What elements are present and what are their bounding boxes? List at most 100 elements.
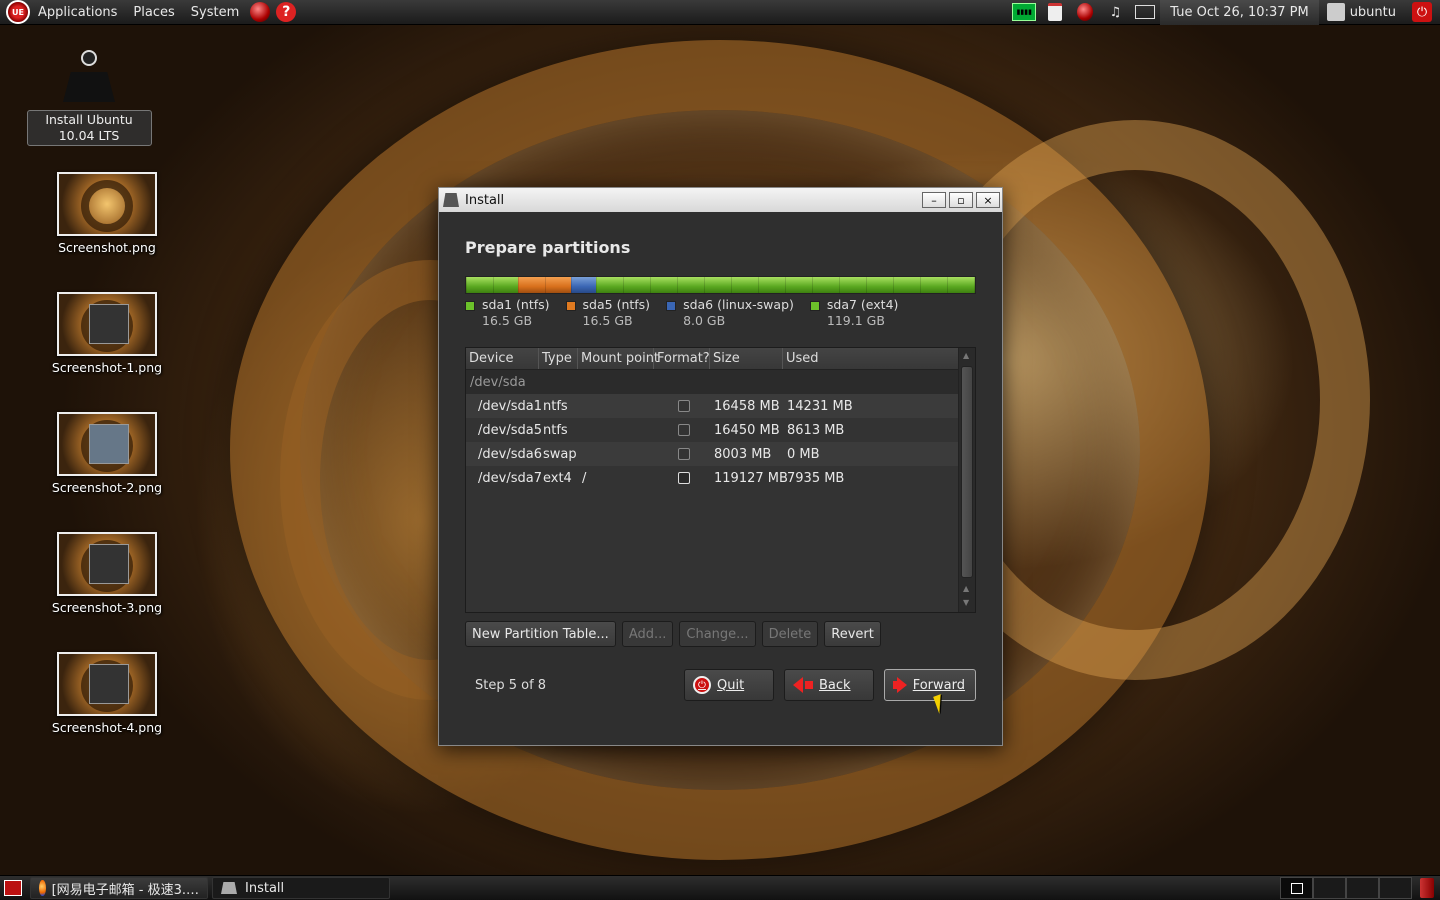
help-icon[interactable]: ? [276, 2, 297, 22]
workspace-1[interactable] [1280, 877, 1313, 899]
format-checkbox[interactable] [654, 472, 710, 484]
column-header-type[interactable]: Type [539, 348, 578, 369]
table-scrollbar[interactable]: ▲ ▲ ▼ [958, 348, 975, 612]
column-header-format[interactable]: Format? [654, 348, 710, 369]
network-icon[interactable] [1074, 2, 1096, 22]
partition-legend: sda1 (ntfs) 16.5 GB sda5 (ntfs) 16.5 GB sda6… [465, 297, 976, 329]
disk-group-row[interactable]: /dev/sda [466, 370, 959, 394]
format-checkbox[interactable] [654, 424, 710, 436]
taskbar-item-firefox[interactable]: [网易电子邮箱 - 极速3.… [30, 877, 208, 899]
desktop-icon-screenshot[interactable]: Screenshot.png [42, 172, 172, 255]
window-title: Install [465, 192, 505, 208]
scroll-down-icon[interactable]: ▼ [963, 598, 969, 607]
table-row[interactable]: /dev/sda6 swap 8003 MB 0 MB [466, 442, 959, 466]
cell-device: /dev/sda1 [478, 398, 542, 414]
column-header-size[interactable]: Size [710, 348, 783, 369]
cell-type: ntfs [543, 422, 568, 438]
desktop-icon-screenshot-1[interactable]: Screenshot-1.png [42, 292, 172, 375]
image-thumbnail-icon [57, 652, 157, 716]
forward-arrow-icon [896, 677, 907, 693]
workspace-3[interactable] [1346, 877, 1379, 899]
legend-item: sda6 (linux-swap) 8.0 GB [666, 297, 794, 329]
partition-segment [596, 277, 975, 293]
system-monitor-icon[interactable]: ▮▮▮▮ [1012, 3, 1037, 21]
legend-item: sda1 (ntfs) 16.5 GB [465, 297, 550, 329]
scrollbar-thumb[interactable] [961, 366, 973, 578]
checkbox-icon[interactable] [678, 424, 690, 436]
back-button[interactable]: Back [784, 669, 874, 701]
checkbox-icon[interactable] [678, 448, 690, 460]
desktop-icon-label: Screenshot-1.png [51, 360, 163, 375]
legend-size: 16.5 GB [482, 313, 533, 328]
desktop-icon-screenshot-2[interactable]: Screenshot-2.png [42, 412, 172, 495]
table-row[interactable]: /dev/sda1 ntfs 16458 MB 14231 MB [466, 394, 959, 418]
table-row[interactable]: /dev/sda5 ntfs 16450 MB 8613 MB [466, 418, 959, 442]
launcher-red-ball-icon[interactable] [250, 2, 271, 22]
table-row[interactable]: /dev/sda7 ext4 / 119127 MB 7935 MB [466, 466, 959, 490]
column-header-used[interactable]: Used [783, 348, 959, 369]
cell-type: swap [543, 446, 577, 462]
menu-places[interactable]: Places [125, 5, 182, 20]
cell-used: 14231 MB [787, 398, 853, 414]
table-header: Device Type Mount point Format? Size Use… [466, 348, 975, 370]
task-label: [网易电子邮箱 - 极速3.… [51, 882, 199, 898]
power-icon: ⏻ [693, 676, 711, 694]
window-titlebar[interactable]: Install – ▫ × [439, 188, 1002, 212]
mail-icon[interactable] [1134, 2, 1156, 22]
checkbox-icon[interactable] [678, 472, 690, 484]
format-checkbox[interactable] [654, 400, 710, 412]
desktop-icon-label: Screenshot-4.png [51, 720, 163, 735]
cell-type: ext4 [543, 470, 572, 486]
legend-size: 119.1 GB [826, 313, 885, 328]
delete-button[interactable]: Delete [761, 621, 819, 647]
add-button[interactable]: Add... [621, 621, 674, 647]
minimize-button[interactable]: – [922, 192, 946, 208]
clock[interactable]: Tue Oct 26, 10:37 PM [1160, 0, 1319, 25]
revert-button[interactable]: Revert [824, 621, 881, 647]
ue-logo-icon[interactable]: UE [6, 0, 30, 24]
desktop-icon-screenshot-3[interactable]: Screenshot-3.png [42, 532, 172, 615]
quit-button[interactable]: ⏻ Quit [684, 669, 774, 701]
scroll-up-icon[interactable]: ▲ [963, 584, 969, 593]
legend-name: sda5 (ntfs) [582, 297, 651, 312]
trash-icon[interactable] [1420, 878, 1434, 898]
maximize-button[interactable]: ▫ [949, 192, 973, 208]
change-button[interactable]: Change... [679, 621, 756, 647]
cell-size: 119127 MB [714, 470, 788, 486]
menu-system[interactable]: System [183, 5, 247, 20]
forward-label: Forward [912, 677, 965, 693]
legend-size: 8.0 GB [683, 313, 726, 328]
legend-swatch [465, 301, 475, 311]
user-menu[interactable]: ubuntu [1319, 3, 1404, 21]
desktop-icon-screenshot-4[interactable]: Screenshot-4.png [42, 652, 172, 735]
legend-swatch [565, 301, 576, 311]
cell-type: ntfs [543, 398, 568, 414]
column-header-mount-point[interactable]: Mount point [578, 348, 659, 369]
clipboard-icon[interactable] [1044, 2, 1066, 22]
scroll-up-icon[interactable]: ▲ [963, 351, 969, 360]
cell-device: /dev/sda5 [478, 422, 542, 438]
workspace-2[interactable] [1313, 877, 1346, 899]
checkbox-icon[interactable] [678, 400, 690, 412]
partition-segment [466, 277, 519, 293]
partition-actions: New Partition Table... Add... Change... … [465, 621, 976, 647]
format-checkbox[interactable] [654, 448, 710, 460]
firefox-icon [39, 880, 46, 896]
power-icon[interactable]: ⏻ [1412, 2, 1432, 22]
taskbar-item-install[interactable]: Install [212, 877, 390, 899]
cell-size: 8003 MB [714, 446, 772, 462]
desktop-icon-install[interactable]: Install Ubuntu 10.04 LTS [24, 48, 154, 146]
forward-button[interactable]: Forward [884, 669, 976, 701]
new-partition-table-button[interactable]: New Partition Table... [465, 621, 616, 647]
close-button[interactable]: × [976, 192, 1000, 208]
partition-table[interactable]: Device Type Mount point Format? Size Use… [465, 347, 976, 613]
menu-applications[interactable]: Applications [30, 5, 125, 20]
cell-used: 7935 MB [787, 470, 845, 486]
volume-icon[interactable]: ♫ [1104, 2, 1126, 22]
task-label: Install [245, 880, 285, 896]
install-window: Install – ▫ × Prepare partitions sda1 (n… [438, 187, 1003, 746]
workspace-4[interactable] [1379, 877, 1412, 899]
legend-swatch [809, 301, 820, 311]
show-desktop-icon[interactable] [4, 880, 22, 896]
column-header-device[interactable]: Device [466, 348, 539, 369]
